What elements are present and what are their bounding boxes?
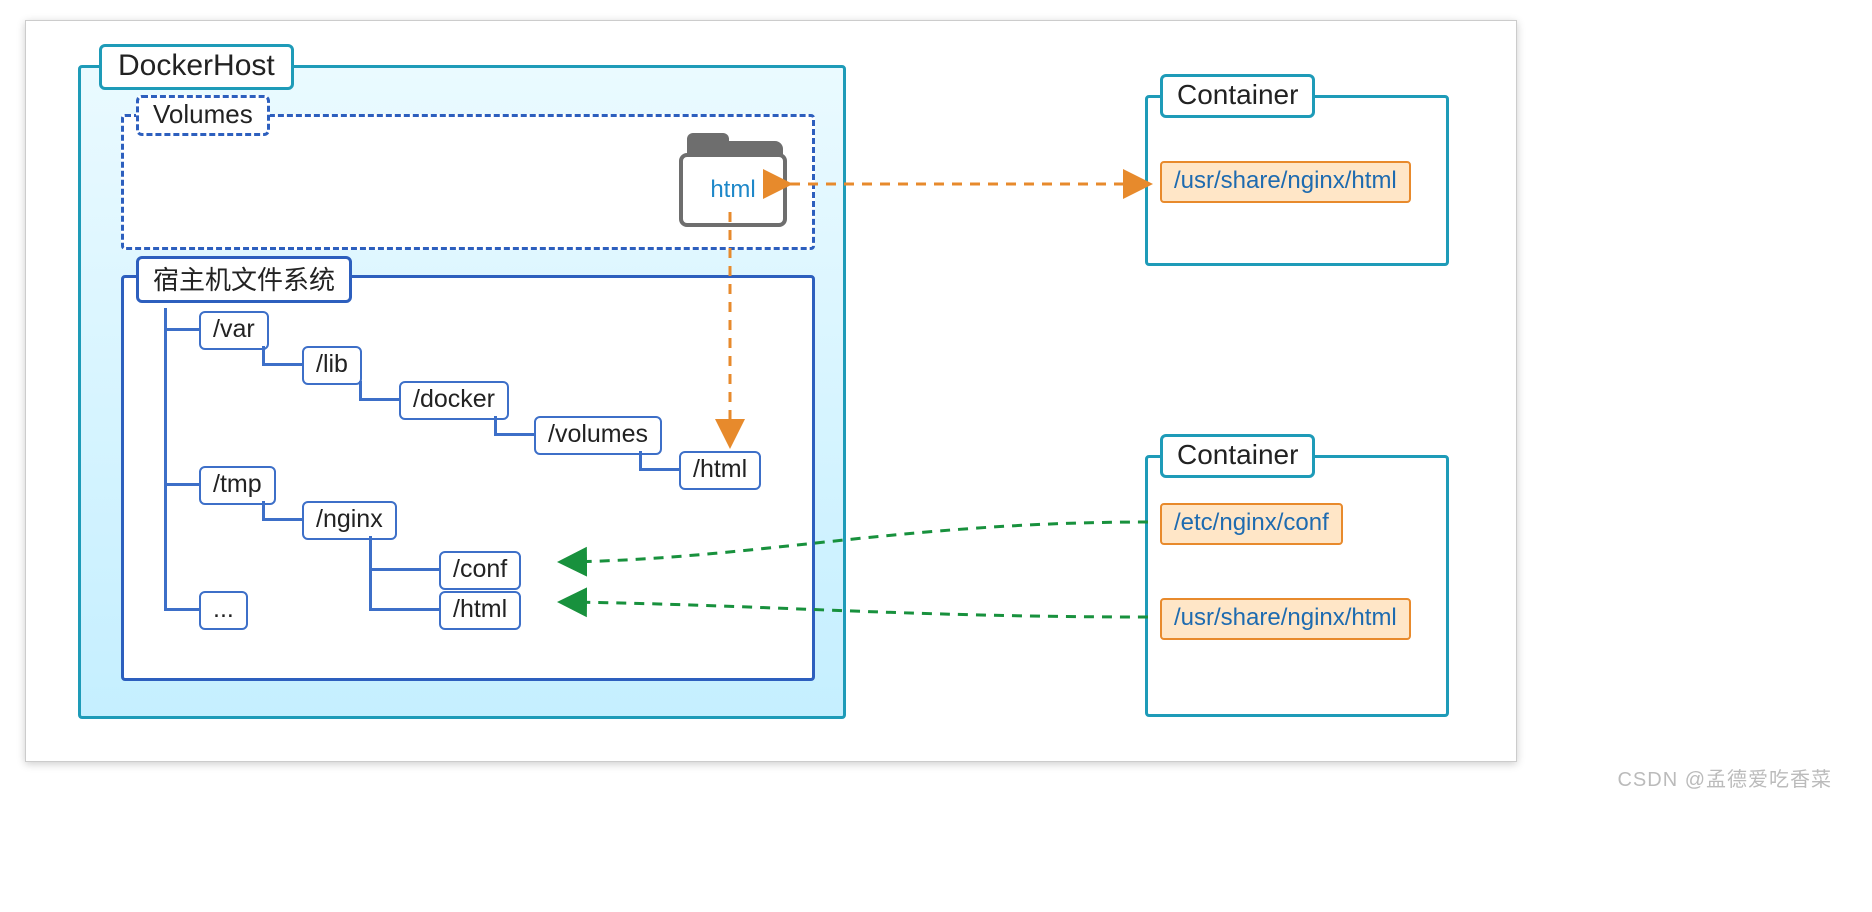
path-var: /var [199, 311, 269, 350]
container-label-2: Container [1160, 434, 1315, 478]
path-html-tmp: /html [439, 591, 521, 630]
watermark: CSDN @孟德爱吃香菜 [1617, 763, 1832, 792]
path-nginx: /nginx [302, 501, 397, 540]
docker-host-box: DockerHost Volumes html 宿主机文件系统 /var /li… [78, 65, 846, 719]
path-lib: /lib [302, 346, 362, 385]
filesystem-box: 宿主机文件系统 /var /lib /docker /volumes /html… [121, 275, 815, 681]
filesystem-label: 宿主机文件系统 [136, 256, 352, 303]
container-1-path-0: /usr/share/nginx/html [1160, 161, 1411, 203]
volumes-label: Volumes [136, 95, 270, 136]
path-tmp: /tmp [199, 466, 276, 505]
path-docker: /docker [399, 381, 509, 420]
volumes-folder-name: html [679, 153, 787, 227]
path-html-vol: /html [679, 451, 761, 490]
container-2-path-1: /usr/share/nginx/html [1160, 598, 1411, 640]
container-2-path-0: /etc/nginx/conf [1160, 503, 1343, 545]
docker-host-label: DockerHost [99, 44, 294, 90]
path-more: ... [199, 591, 248, 630]
container-box-2: Container /etc/nginx/conf /usr/share/ngi… [1145, 455, 1449, 717]
container-box-1: Container /usr/share/nginx/html [1145, 95, 1449, 266]
path-conf: /conf [439, 551, 521, 590]
volumes-box: Volumes html [121, 114, 815, 250]
path-volumes: /volumes [534, 416, 662, 455]
folder-icon: html [679, 141, 787, 223]
container-label-1: Container [1160, 74, 1315, 118]
